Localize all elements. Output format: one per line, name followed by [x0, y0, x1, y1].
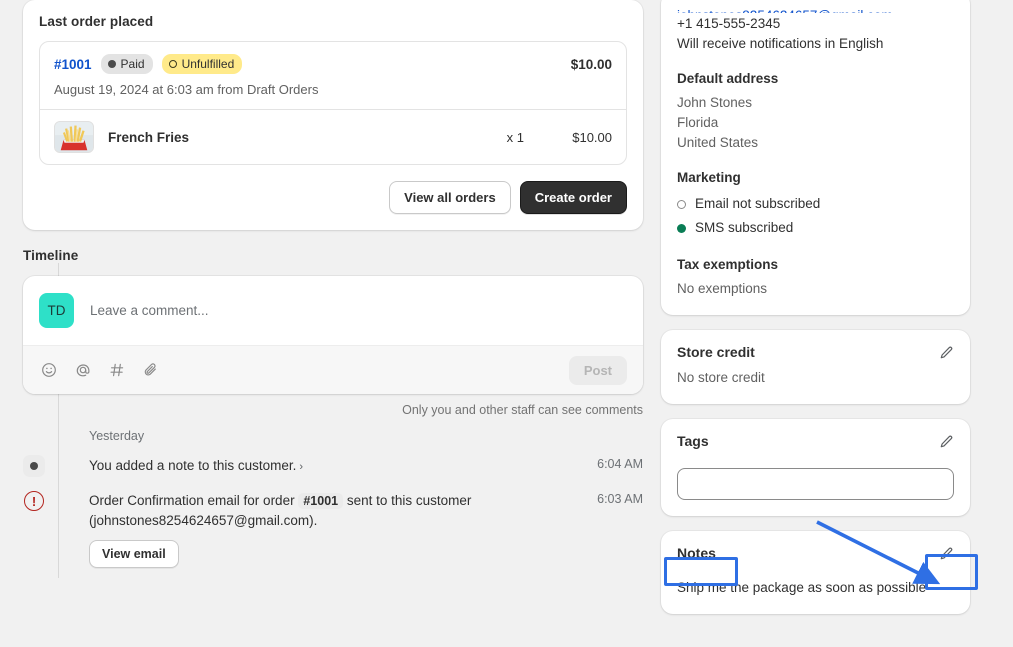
store-credit-card: Store credit No store credit: [661, 330, 970, 404]
last-order-header: Last order placed: [39, 0, 627, 41]
hollow-dot-icon: [168, 60, 177, 68]
view-all-orders-button[interactable]: View all orders: [389, 181, 511, 214]
subscribed-dot-icon: [677, 223, 686, 233]
emoji-icon[interactable]: [39, 360, 59, 380]
customer-contact-card: johnstones8254624657@gmail.com +1 415-55…: [661, 0, 970, 315]
timeline-event-note: You added a note to this customer. › 6:04…: [23, 455, 643, 477]
staff-privacy-note: Only you and other staff can see comment…: [402, 403, 643, 417]
view-email-button[interactable]: View email: [89, 540, 179, 568]
order-summary-top: #1001 Paid Unfulfilled $10.00 August 19,…: [40, 42, 626, 109]
order-date-source: August 19, 2024 at 6:03 am from Draft Or…: [54, 82, 319, 97]
attachment-icon[interactable]: [141, 360, 161, 380]
address-line-region: Florida: [677, 115, 719, 130]
chevron-right-icon[interactable]: ›: [296, 461, 303, 473]
comment-input-row[interactable]: TD Leave a comment...: [23, 276, 643, 345]
tags-title: Tags: [677, 433, 709, 449]
mention-icon[interactable]: [73, 360, 93, 380]
comment-input[interactable]: Leave a comment...: [90, 303, 209, 318]
pencil-icon: [938, 345, 954, 364]
notes-edit-button[interactable]: [932, 541, 960, 569]
marketing-email-label: Email not subscribed: [695, 196, 821, 211]
timeline-email-text-before: Order Confirmation email for order: [89, 493, 295, 508]
create-order-button[interactable]: Create order: [519, 181, 627, 214]
badge-label-paid: Paid: [120, 57, 145, 71]
unsubscribed-dot-icon: [677, 199, 686, 209]
marketing-sms-status: SMS subscribed: [677, 216, 954, 240]
line-item-price: $10.00: [572, 129, 612, 145]
main-content-column: Last order placed #1001 Paid Unfulfilled: [23, 0, 643, 582]
timeline-event-note-text: You added a note to this customer.: [89, 458, 297, 473]
store-credit-edit-button[interactable]: [932, 340, 960, 368]
pencil-icon: [938, 546, 954, 565]
timeline-event-time: 6:04 AM: [597, 457, 643, 471]
notes-card: Notes Ship me the package as soon as pos…: [661, 531, 970, 614]
address-line-country: United States: [677, 135, 759, 150]
timeline-day-label: Yesterday: [89, 429, 145, 443]
hashtag-icon[interactable]: [107, 360, 127, 380]
customer-email-link[interactable]: johnstones8254624657@gmail.com: [677, 6, 954, 13]
notes-header: Notes: [677, 545, 954, 569]
order-actions: View all orders Create order: [39, 181, 627, 214]
notes-value: Ship me the package as soon as possible: [677, 580, 927, 595]
status-badge-paid: Paid: [100, 54, 153, 74]
order-summary-box: #1001 Paid Unfulfilled $10.00 August 19,…: [39, 41, 627, 165]
marketing-email-status: Email not subscribed: [677, 192, 954, 216]
tags-card: Tags: [661, 419, 970, 516]
comment-composer: TD Leave a comment... Post: [23, 276, 643, 394]
tax-exemptions-heading: Tax exemptions: [677, 257, 779, 272]
tags-edit-button[interactable]: [932, 429, 960, 457]
tags-input[interactable]: [677, 468, 954, 500]
timeline-header: Timeline: [23, 247, 643, 276]
line-item-qty: x 1: [506, 129, 524, 145]
french-fries-photo: [54, 121, 94, 153]
line-item-name: French Fries: [108, 129, 190, 145]
pencil-icon: [938, 434, 954, 453]
timeline-events: Yesterday You added a note to this custo…: [23, 429, 643, 568]
solid-dot-icon: [107, 60, 116, 68]
timeline-event-email: ! Order Confirmation email for order #10…: [24, 491, 643, 568]
order-line-item: French Fries x 1 $10.00: [40, 109, 626, 164]
store-credit-header: Store credit: [677, 344, 954, 368]
store-credit-title: Store credit: [677, 344, 755, 360]
address-line-name: John Stones: [677, 95, 753, 110]
timeline-event-email-body: Order Confirmation email for order #1001…: [89, 491, 571, 568]
badge-label-unfulfilled: Unfulfilled: [181, 57, 235, 71]
customer-phone: +1 415-555-2345: [677, 16, 781, 31]
timeline-section: Timeline TD Leave a comment... Post Only…: [23, 247, 643, 578]
notification-language: Will receive notifications in English: [677, 36, 884, 51]
order-total: $10.00: [570, 56, 612, 72]
last-order-card: Last order placed #1001 Paid Unfulfilled: [23, 0, 643, 230]
post-comment-button[interactable]: Post: [568, 355, 627, 385]
status-badge-unfulfilled: Unfulfilled: [161, 54, 243, 74]
last-order-title: Last order placed: [39, 14, 154, 29]
marketing-sms-label: SMS subscribed: [695, 220, 794, 235]
timeline-title: Timeline: [23, 248, 79, 263]
default-address-heading: Default address: [677, 71, 779, 86]
timeline-event-text: You added a note to this customer. ›: [89, 456, 571, 477]
comment-toolbar: Post: [23, 345, 643, 394]
tax-exemptions-value: No exemptions: [677, 281, 768, 296]
note-dot-icon: [23, 455, 45, 477]
timeline-email-time: 6:03 AM: [597, 492, 643, 506]
notes-title: Notes: [677, 545, 716, 561]
store-credit-value: No store credit: [677, 370, 765, 385]
order-summary-row: #1001 Paid Unfulfilled $10.00: [54, 54, 612, 74]
customer-detail-page: Last order placed #1001 Paid Unfulfilled: [0, 0, 1013, 647]
marketing-heading: Marketing: [677, 170, 741, 185]
sidebar-column: johnstones8254624657@gmail.com +1 415-55…: [661, 0, 970, 629]
order-number-link[interactable]: #1001: [54, 57, 92, 72]
tags-header: Tags: [677, 433, 954, 457]
order-chip[interactable]: #1001: [298, 493, 344, 509]
avatar: TD: [39, 293, 74, 328]
alert-circle-icon: !: [23, 490, 45, 512]
